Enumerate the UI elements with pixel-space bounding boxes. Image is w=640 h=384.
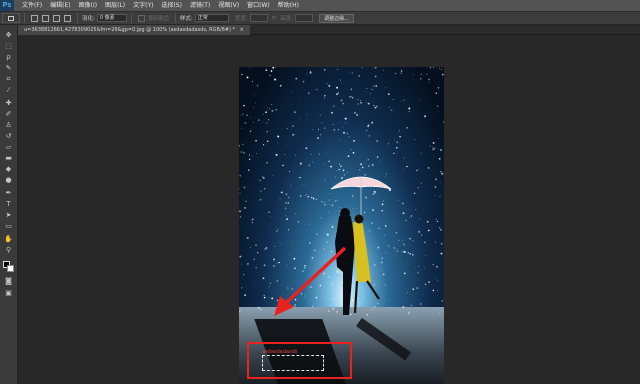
height-label: 高度: — [280, 16, 294, 22]
refine-edge-button[interactable]: 调整边缘... — [319, 13, 354, 23]
style-select[interactable]: 正常 — [194, 14, 229, 22]
options-bar: 羽化: 0 像素 消除锯齿 样式: 正常 宽度: ⇄ 高度: 调整边缘... — [0, 11, 640, 25]
healing-brush-icon[interactable]: ✚ — [3, 99, 14, 108]
menu-layer[interactable]: 图层(L) — [101, 0, 129, 11]
marquee-tool-icon[interactable]: ⬚ — [3, 42, 14, 51]
divider — [174, 13, 176, 23]
subtract-selection-icon[interactable] — [53, 14, 60, 22]
divider — [24, 13, 25, 23]
screen-mode-icon[interactable]: ▣ — [3, 289, 14, 298]
dodge-tool-icon[interactable]: ● — [3, 176, 14, 185]
lasso-tool-icon[interactable]: ρ — [3, 53, 14, 62]
menu-view[interactable]: 视图(V) — [214, 0, 243, 11]
tools-panel: ✥ ⬚ ρ ✎ ⌗ ⁄ ✚ ✐ ♙ ↺ ▱ ▬ ◆ ● ✒ T ➤ ▭ ✋ ⚲ … — [0, 25, 18, 384]
photoshop-logo: Ps — [0, 0, 14, 11]
document-tab-title: u=3638812661,4278309025&fm=26&gp=0.jpg @… — [24, 27, 236, 33]
menu-bar: Ps 文件(F) 编辑(E) 图像(I) 图层(L) 文字(Y) 选择(S) 滤… — [0, 0, 640, 11]
crop-tool-icon[interactable]: ⌗ — [3, 75, 14, 84]
swap-icon[interactable]: ⇄ — [272, 15, 277, 21]
brush-tool-icon[interactable]: ✐ — [3, 110, 14, 119]
divider — [77, 13, 78, 23]
new-selection-icon[interactable] — [31, 14, 38, 22]
eraser-tool-icon[interactable]: ▱ — [3, 143, 14, 152]
move-tool-icon[interactable]: ✥ — [3, 31, 14, 40]
gradient-tool-icon[interactable]: ▬ — [3, 154, 14, 163]
antialias-checkbox[interactable] — [137, 14, 145, 22]
menu-type[interactable]: 文字(Y) — [129, 0, 157, 11]
history-brush-icon[interactable]: ↺ — [3, 132, 14, 141]
pen-tool-icon[interactable]: ✒ — [3, 189, 14, 198]
intersect-selection-icon[interactable] — [64, 14, 71, 22]
menu-filter[interactable]: 滤镜(T) — [186, 0, 214, 11]
menu-edit[interactable]: 编辑(E) — [46, 0, 74, 11]
menu-help[interactable]: 帮助(H) — [274, 0, 303, 11]
marquee-selection[interactable] — [262, 355, 324, 371]
height-input[interactable] — [295, 14, 314, 22]
quick-select-tool-icon[interactable]: ✎ — [3, 64, 14, 73]
document-tab-bar: u=3638812661,4278309025&fm=26&gp=0.jpg @… — [18, 25, 640, 35]
canvas-area[interactable] — [18, 36, 640, 384]
document-tab[interactable]: u=3638812661,4278309025&fm=26&gp=0.jpg @… — [18, 25, 250, 35]
marquee-icon — [8, 15, 14, 21]
rain-and-couple — [239, 67, 444, 318]
menu-file[interactable]: 文件(F) — [18, 0, 46, 11]
clone-stamp-icon[interactable]: ♙ — [3, 121, 14, 130]
type-tool-icon[interactable]: T — [3, 200, 14, 209]
shape-tool-icon[interactable]: ▭ — [3, 222, 14, 231]
document-image[interactable] — [239, 67, 444, 384]
feather-label: 羽化: — [82, 16, 95, 22]
add-selection-icon[interactable] — [42, 14, 49, 22]
hand-tool-icon[interactable]: ✋ — [3, 235, 14, 244]
path-select-icon[interactable]: ➤ — [3, 211, 14, 220]
close-icon[interactable]: × — [240, 27, 244, 33]
feather-input[interactable]: 0 像素 — [96, 14, 127, 22]
width-label: 宽度: — [234, 16, 248, 22]
background-color-swatch[interactable] — [7, 265, 14, 272]
menu-select[interactable]: 选择(S) — [157, 0, 186, 11]
zoom-tool-icon[interactable]: ⚲ — [3, 246, 14, 255]
menu-window[interactable]: 窗口(W) — [243, 0, 274, 11]
divider — [130, 13, 132, 23]
antialias-label: 消除锯齿 — [146, 16, 169, 22]
width-input[interactable] — [249, 14, 268, 22]
menu-image[interactable]: 图像(I) — [75, 0, 101, 11]
style-label: 样式: — [179, 16, 193, 22]
blur-tool-icon[interactable]: ◆ — [3, 165, 14, 174]
quick-mask-icon[interactable]: ◙ — [3, 277, 14, 286]
tool-preset-picker[interactable] — [2, 13, 20, 23]
eyedropper-tool-icon[interactable]: ⁄ — [3, 86, 14, 95]
menu-list: 文件(F) 编辑(E) 图像(I) 图层(L) 文字(Y) 选择(S) 滤镜(T… — [18, 0, 303, 11]
